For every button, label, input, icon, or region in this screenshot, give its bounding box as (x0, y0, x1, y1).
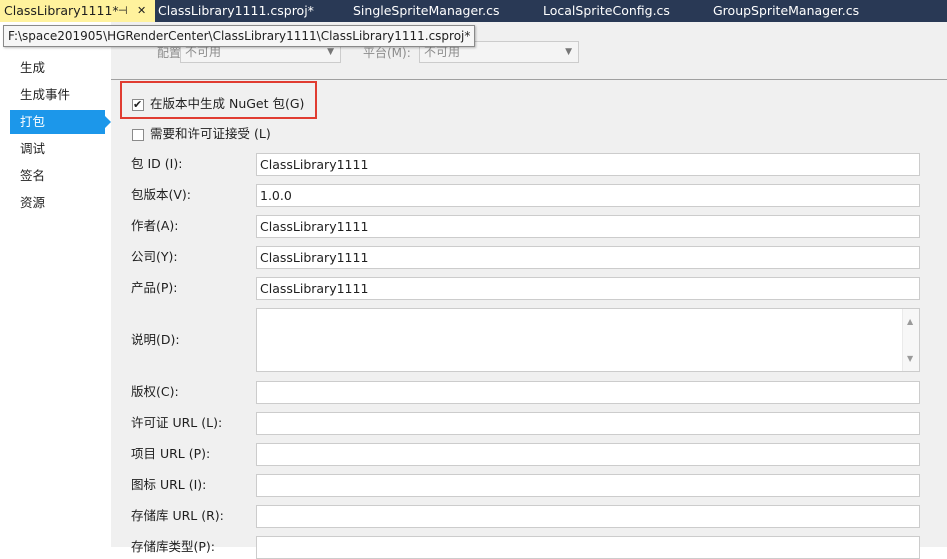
close-icon[interactable]: ✕ (137, 0, 146, 22)
repository-type-input[interactable] (256, 536, 920, 559)
description-label: 说明(D): (131, 332, 180, 347)
platform-label: 平台(M): (363, 46, 411, 60)
tab-label: ClassLibrary1111.csproj* (158, 3, 314, 18)
description-scrollbar[interactable]: ▲ ▼ (902, 309, 919, 371)
copyright-input[interactable] (256, 381, 920, 404)
divider (111, 79, 947, 80)
tab-classlibrary1111[interactable]: ClassLibrary1111* ⊣ ✕ (0, 0, 155, 22)
icon-url-input[interactable] (256, 474, 920, 497)
generate-nuget-label: 在版本中生成 NuGet 包(G) (150, 96, 305, 111)
project-properties-nav: 生成 生成事件 打包 调试 签名 资源 (0, 22, 111, 547)
nav-item-signing[interactable]: 签名 (10, 164, 105, 188)
configuration-value: 不可用 (185, 45, 222, 59)
pin-icon[interactable]: ⊣ (118, 0, 128, 22)
package-version-label: 包版本(V): (131, 187, 192, 202)
authors-input[interactable]: ClassLibrary1111 (256, 215, 920, 238)
tab-classlibrary1111-csproj[interactable]: ClassLibrary1111.csproj* (158, 0, 314, 22)
authors-label: 作者(A): (131, 218, 179, 233)
tab-label: GroupSpriteManager.cs (713, 3, 860, 18)
project-url-label: 项目 URL (P): (131, 446, 211, 461)
company-label: 公司(Y): (131, 249, 178, 264)
tab-singlespritemanager[interactable]: SingleSpriteManager.cs (353, 0, 500, 22)
copyright-label: 版权(C): (131, 384, 179, 399)
tab-label: SingleSpriteManager.cs (353, 3, 500, 18)
repository-type-label: 存储库类型(P): (131, 539, 216, 554)
nav-item-resources[interactable]: 资源 (10, 191, 105, 215)
product-input[interactable]: ClassLibrary1111 (256, 277, 920, 300)
package-properties-panel: 配置(C): 不可用 ▼ 平台(M): 不可用 ▼ 在版本中生成 NuGet 包… (111, 22, 947, 559)
scroll-down-icon[interactable]: ▼ (907, 348, 913, 369)
package-version-input[interactable]: 1.0.0 (256, 184, 920, 207)
tab-groupspritemanager[interactable]: GroupSpriteManager.cs (713, 0, 859, 22)
package-id-label: 包 ID (I): (131, 156, 183, 171)
icon-url-label: 图标 URL (I): (131, 477, 207, 492)
nav-item-build[interactable]: 生成 (10, 56, 105, 80)
package-id-input[interactable]: ClassLibrary1111 (256, 153, 920, 176)
nav-item-debug[interactable]: 调试 (10, 137, 105, 161)
chevron-down-icon: ▼ (565, 47, 572, 57)
require-license-checkbox-row[interactable]: 需要和许可证接受 (L) (132, 126, 271, 142)
require-license-label: 需要和许可证接受 (L) (150, 126, 271, 141)
tab-localspriteconfig[interactable]: LocalSpriteConfig.cs (543, 0, 670, 22)
platform-value: 不可用 (424, 45, 461, 59)
license-url-input[interactable] (256, 412, 920, 435)
product-label: 产品(P): (131, 280, 178, 295)
description-textarea[interactable]: ▲ ▼ (256, 308, 920, 372)
generate-nuget-checkbox-row[interactable]: 在版本中生成 NuGet 包(G) (132, 96, 305, 113)
repository-url-input[interactable] (256, 505, 920, 528)
repository-url-label: 存储库 URL (R): (131, 508, 224, 523)
tab-path-tooltip: F:\space201905\HGRenderCenter\ClassLibra… (3, 25, 476, 47)
license-url-label: 许可证 URL (L): (131, 415, 223, 430)
nav-item-build-events[interactable]: 生成事件 (10, 83, 105, 107)
document-tab-bar: ClassLibrary1111* ⊣ ✕ ClassLibrary1111.c… (0, 0, 947, 22)
tab-label: ClassLibrary1111* (4, 3, 119, 18)
company-input[interactable]: ClassLibrary1111 (256, 246, 920, 269)
project-url-input[interactable] (256, 443, 920, 466)
scroll-up-icon[interactable]: ▲ (907, 311, 913, 332)
tab-label: LocalSpriteConfig.cs (543, 3, 670, 18)
generate-nuget-checkbox[interactable] (132, 97, 144, 113)
nav-item-package[interactable]: 打包 (10, 110, 111, 134)
require-license-checkbox[interactable] (132, 128, 144, 141)
